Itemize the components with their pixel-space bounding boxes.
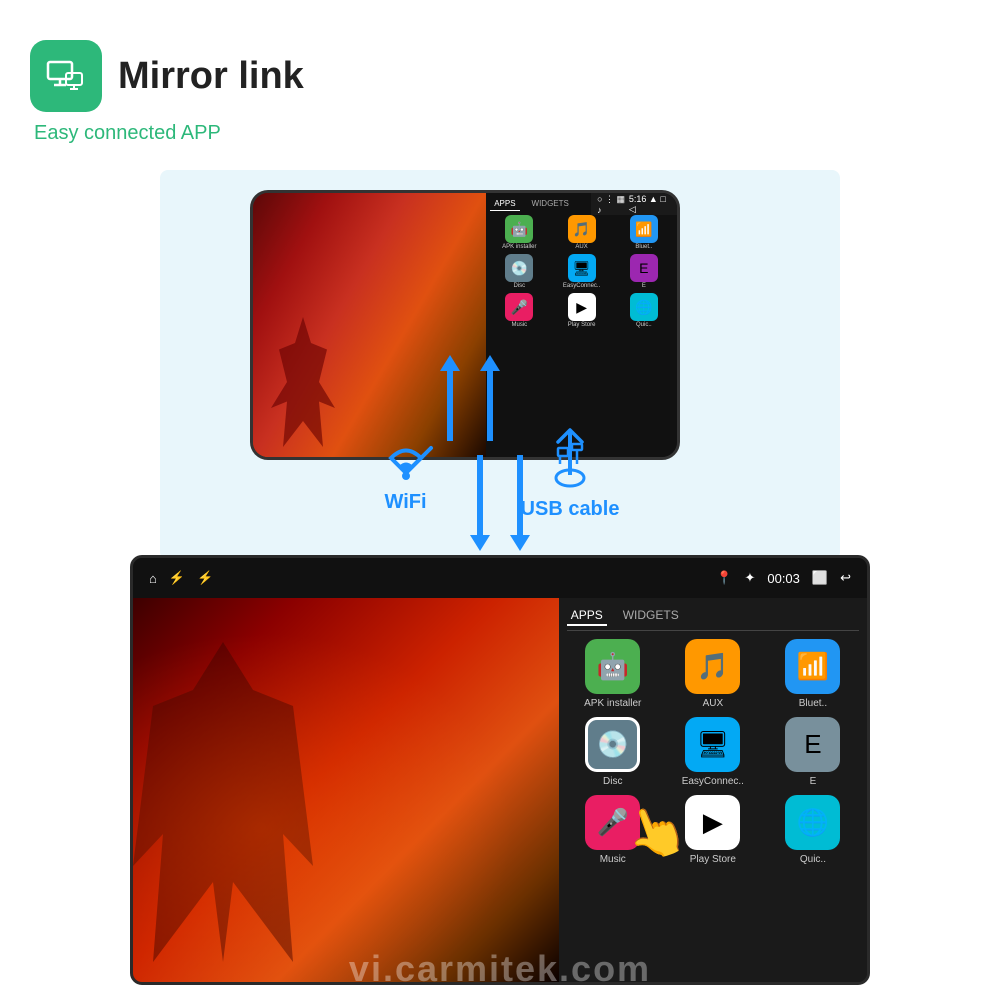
up-arrow-2	[480, 355, 500, 441]
car-tab-widgets[interactable]: WIDGETS	[619, 606, 683, 626]
list-item: 🎤 Music	[490, 293, 548, 328]
app-label: Play Store	[690, 854, 736, 865]
app-label: Music	[511, 322, 527, 328]
app-label: Music	[600, 854, 626, 865]
car-status-right: 📍 ✦ 00:03 ⬜ ↩	[716, 570, 851, 586]
app-label: EasyConnec..	[682, 776, 744, 787]
list-item: E E	[615, 254, 673, 289]
list-item: 🌐 Quic..	[767, 795, 859, 865]
play-store-icon: ▶	[568, 293, 596, 321]
quic-icon: 🌐	[630, 293, 658, 321]
watermark: vi.carmitek.com	[0, 948, 1000, 990]
wifi-label: WiFi	[385, 491, 427, 514]
header-section: Mirror link Easy connected APP	[30, 40, 304, 145]
music-icon: 🎤	[505, 293, 533, 321]
apk-installer-icon: 🤖	[585, 639, 640, 694]
bluetooth-app-icon: 📶	[785, 639, 840, 694]
page-title: Mirror link	[118, 55, 304, 98]
back-icon: ↩	[840, 570, 851, 586]
app-label: APK installer	[502, 244, 536, 250]
phone-apps-grid: 🤖 APK installer 🎵 AUX 📶 Bluet.. 💿 Disc	[490, 215, 673, 328]
list-item: 🌐 Quic..	[615, 293, 673, 328]
subtitle: Easy connected APP	[34, 122, 304, 145]
time-display: 00:03	[767, 571, 800, 586]
app-label: Bluet..	[799, 698, 827, 709]
list-item: 🎵 AUX	[552, 215, 610, 250]
list-item: 📶 Bluet..	[615, 215, 673, 250]
mirror-link-icon	[30, 40, 102, 112]
list-item: 🎵 AUX	[667, 639, 759, 709]
app-label: AUX	[703, 698, 724, 709]
app-label: APK installer	[584, 698, 641, 709]
disc-icon: 💿	[585, 717, 640, 772]
apk-installer-icon: 🤖	[505, 215, 533, 243]
list-item: 🖥 EasyConnec..	[667, 717, 759, 787]
car-video-area	[133, 598, 559, 982]
up-arrow-1	[440, 355, 460, 441]
app-label: E	[810, 776, 817, 787]
app-label: Quic..	[636, 322, 652, 328]
e-icon: E	[785, 717, 840, 772]
window-icon: ⬜	[812, 570, 828, 586]
usb-status-icon-2: ⚡	[197, 570, 213, 586]
wifi-item: WiFi	[371, 428, 441, 514]
home-icon: ⌂	[149, 571, 157, 586]
aux-icon: 🎵	[568, 215, 596, 243]
usb-status-icon: ⚡	[169, 570, 185, 586]
list-item: ▶ Play Store	[552, 293, 610, 328]
car-tabs: APPS WIDGETS	[567, 606, 859, 631]
location-icon: 📍	[716, 570, 732, 586]
list-item: 📶 Bluet..	[767, 639, 859, 709]
app-label: EasyConnec..	[563, 283, 600, 289]
list-item: 💿 Disc	[567, 717, 659, 787]
car-apps-grid: 🤖 APK installer 🎵 AUX 📶 Bluet.. 💿 Disc 🖥	[567, 639, 859, 865]
list-item: 🤖 APK installer	[490, 215, 548, 250]
list-item: 🤖 APK installer	[567, 639, 659, 709]
list-item: 💿 Disc	[490, 254, 548, 289]
aux-icon: 🎵	[685, 639, 740, 694]
car-content: 👆 APPS WIDGETS 🤖 APK installer 🎵 AUX 📶 B…	[133, 598, 867, 982]
phone-status-bar: ○ ⋮ ▦ ♪ 5:16 ▲ □ ◁	[591, 193, 677, 215]
list-item: 🖥 EasyConnec..	[552, 254, 610, 289]
app-label: AUX	[575, 244, 587, 250]
bluetooth-status-icon: ✦	[744, 570, 755, 586]
vertical-arrows	[440, 455, 560, 575]
easyconnect-icon: 🖥	[568, 254, 596, 282]
down-arrow-1	[470, 455, 490, 575]
play-store-icon: ▶	[685, 795, 740, 850]
down-arrow-2	[510, 455, 530, 575]
app-label: Disc	[513, 283, 525, 289]
app-label: E	[642, 283, 646, 289]
car-tab-apps[interactable]: APPS	[567, 606, 607, 626]
car-status-left: ⌂ ⚡ ⚡	[149, 570, 213, 586]
easyconnect-icon: 🖥	[685, 717, 740, 772]
phone-tab-apps[interactable]: APPS	[490, 197, 519, 211]
list-item: E E	[767, 717, 859, 787]
app-label: Quic..	[800, 854, 826, 865]
app-label: Bluet..	[635, 244, 652, 250]
mirror-link-row: Mirror link	[30, 40, 304, 112]
app-label: Play Store	[568, 322, 596, 328]
disc-icon: 💿	[505, 254, 533, 282]
e-icon: E	[630, 254, 658, 282]
app-label: Disc	[603, 776, 622, 787]
car-screen: ⌂ ⚡ ⚡ 📍 ✦ 00:03 ⬜ ↩ 👆 APPS WIDGETS	[130, 555, 870, 985]
phone-tab-widgets[interactable]: WIDGETS	[528, 197, 573, 211]
wifi-icon	[371, 428, 441, 483]
phone-time: 5:16 ▲ □ ◁	[629, 194, 671, 215]
quic-icon: 🌐	[785, 795, 840, 850]
car-apps-panel: APPS WIDGETS 🤖 APK installer 🎵 AUX 📶 Blu…	[559, 598, 867, 982]
bluetooth-icon: 📶	[630, 215, 658, 243]
phone-icons-left: ○ ⋮ ▦ ♪	[597, 194, 629, 215]
up-arrows	[440, 355, 500, 441]
